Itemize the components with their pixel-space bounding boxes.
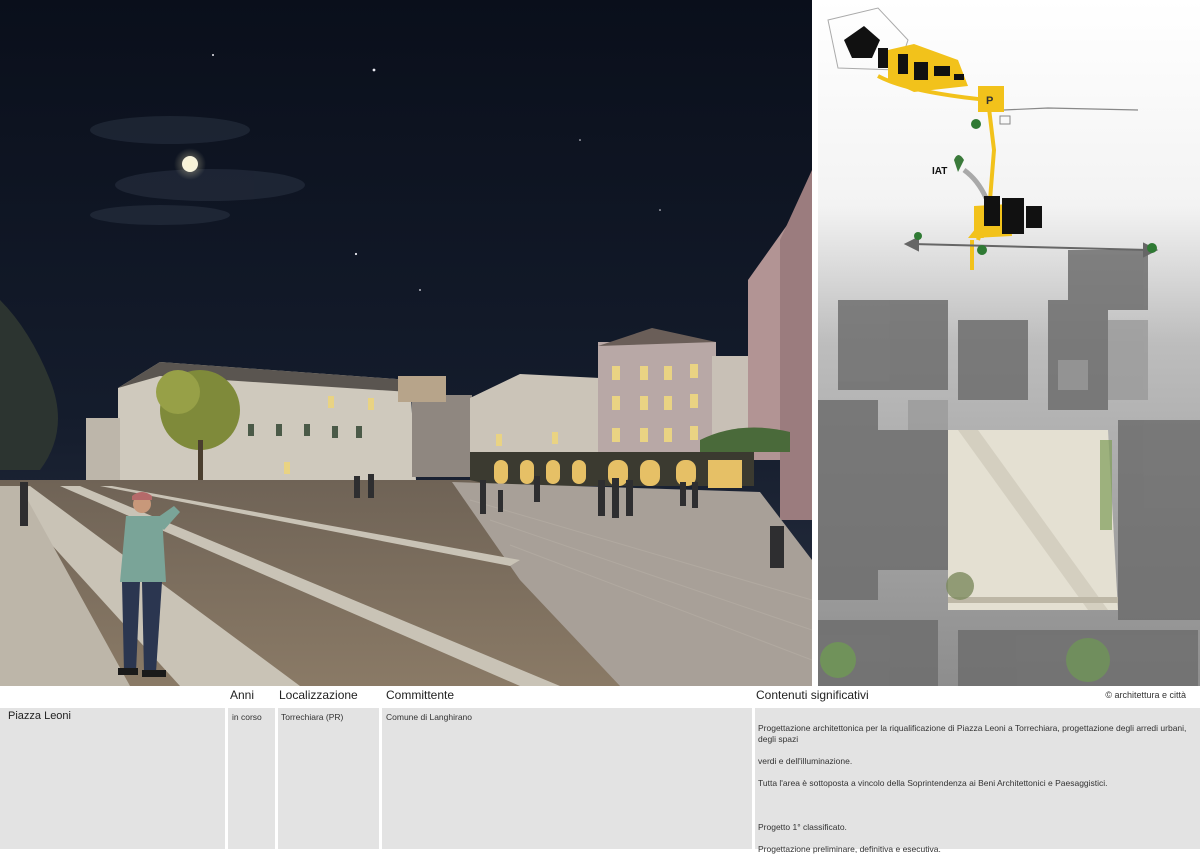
column-committente (382, 708, 752, 849)
night-render-image (0, 0, 812, 686)
column-project (0, 708, 225, 849)
column-anni (228, 708, 275, 849)
localizzazione-value: Torrechiara (PR) (281, 712, 344, 722)
header-contenuti: Contenuti significativi (756, 688, 869, 702)
column-localizzazione (278, 708, 379, 849)
project-name: Piazza Leoni (8, 710, 71, 722)
header-committente: Committente (386, 688, 455, 702)
header-localizzazione: Localizzazione (279, 688, 358, 702)
contenuti-line (758, 800, 1193, 811)
project-info-panel: Anni Localizzazione Committente Contenut… (0, 686, 1200, 854)
iat-label: IAT (932, 166, 947, 177)
contenuti-line: Tutta l'area è sottoposta a vincolo dell… (758, 778, 1108, 788)
header-anni: Anni (230, 688, 255, 702)
credit-text: © architettura e città (1105, 690, 1186, 700)
committente-value: Comune di Langhirano (386, 712, 473, 722)
contenuti-line: Progettazione architettonica per la riqu… (758, 723, 1187, 744)
aerial-plan-image: P IAT (818, 0, 1200, 686)
svg-text:P: P (986, 95, 993, 107)
anni-value: in corso (232, 712, 262, 722)
contenuti-text: Progettazione architettonica per la riqu… (758, 712, 1193, 866)
contenuti-line: Progetto 1° classificato. (758, 822, 847, 832)
contenuti-line: Progettazione preliminare, definitiva e … (758, 844, 941, 854)
contenuti-line: verdi e dell'illuminazione. (758, 756, 853, 766)
